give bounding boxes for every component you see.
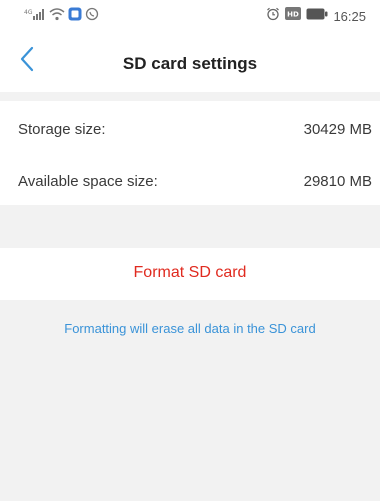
storage-info-section: Storage size: 30429 MB Available space s… [0, 101, 380, 205]
signal-icon: 4G [24, 7, 46, 26]
page-title: SD card settings [122, 54, 258, 73]
available-space-label: Available space size: [18, 172, 158, 190]
status-icons-right: HD 16:25 [266, 7, 366, 26]
battery-icon [306, 7, 328, 25]
svg-text:HD: HD [288, 11, 300, 19]
format-warning-text: Formatting will erase all data in the SD… [64, 321, 316, 336]
storage-size-label: Storage size: [18, 120, 106, 138]
status-icons-left: 4G [24, 7, 99, 26]
alarm-icon [266, 7, 280, 26]
svg-text:4G: 4G [24, 9, 33, 16]
nav-bar: SD card settings [0, 32, 380, 92]
hd-icon: HD [285, 7, 302, 25]
available-space-row: Available space size: 29810 MB [0, 156, 380, 206]
wifi-icon [49, 7, 65, 26]
status-time: 16:25 [333, 8, 366, 24]
storage-size-row: Storage size: 30429 MB [0, 104, 380, 154]
app-notification-icon [68, 7, 82, 26]
available-space-value: 29810 MB [303, 172, 372, 190]
storage-size-value: 30429 MB [303, 120, 372, 138]
format-section: Format SD card [0, 248, 380, 300]
whatsapp-icon [85, 7, 99, 26]
format-sd-card-button[interactable]: Format SD card [0, 264, 380, 282]
status-bar: 4G HD 16:25 [0, 0, 380, 32]
